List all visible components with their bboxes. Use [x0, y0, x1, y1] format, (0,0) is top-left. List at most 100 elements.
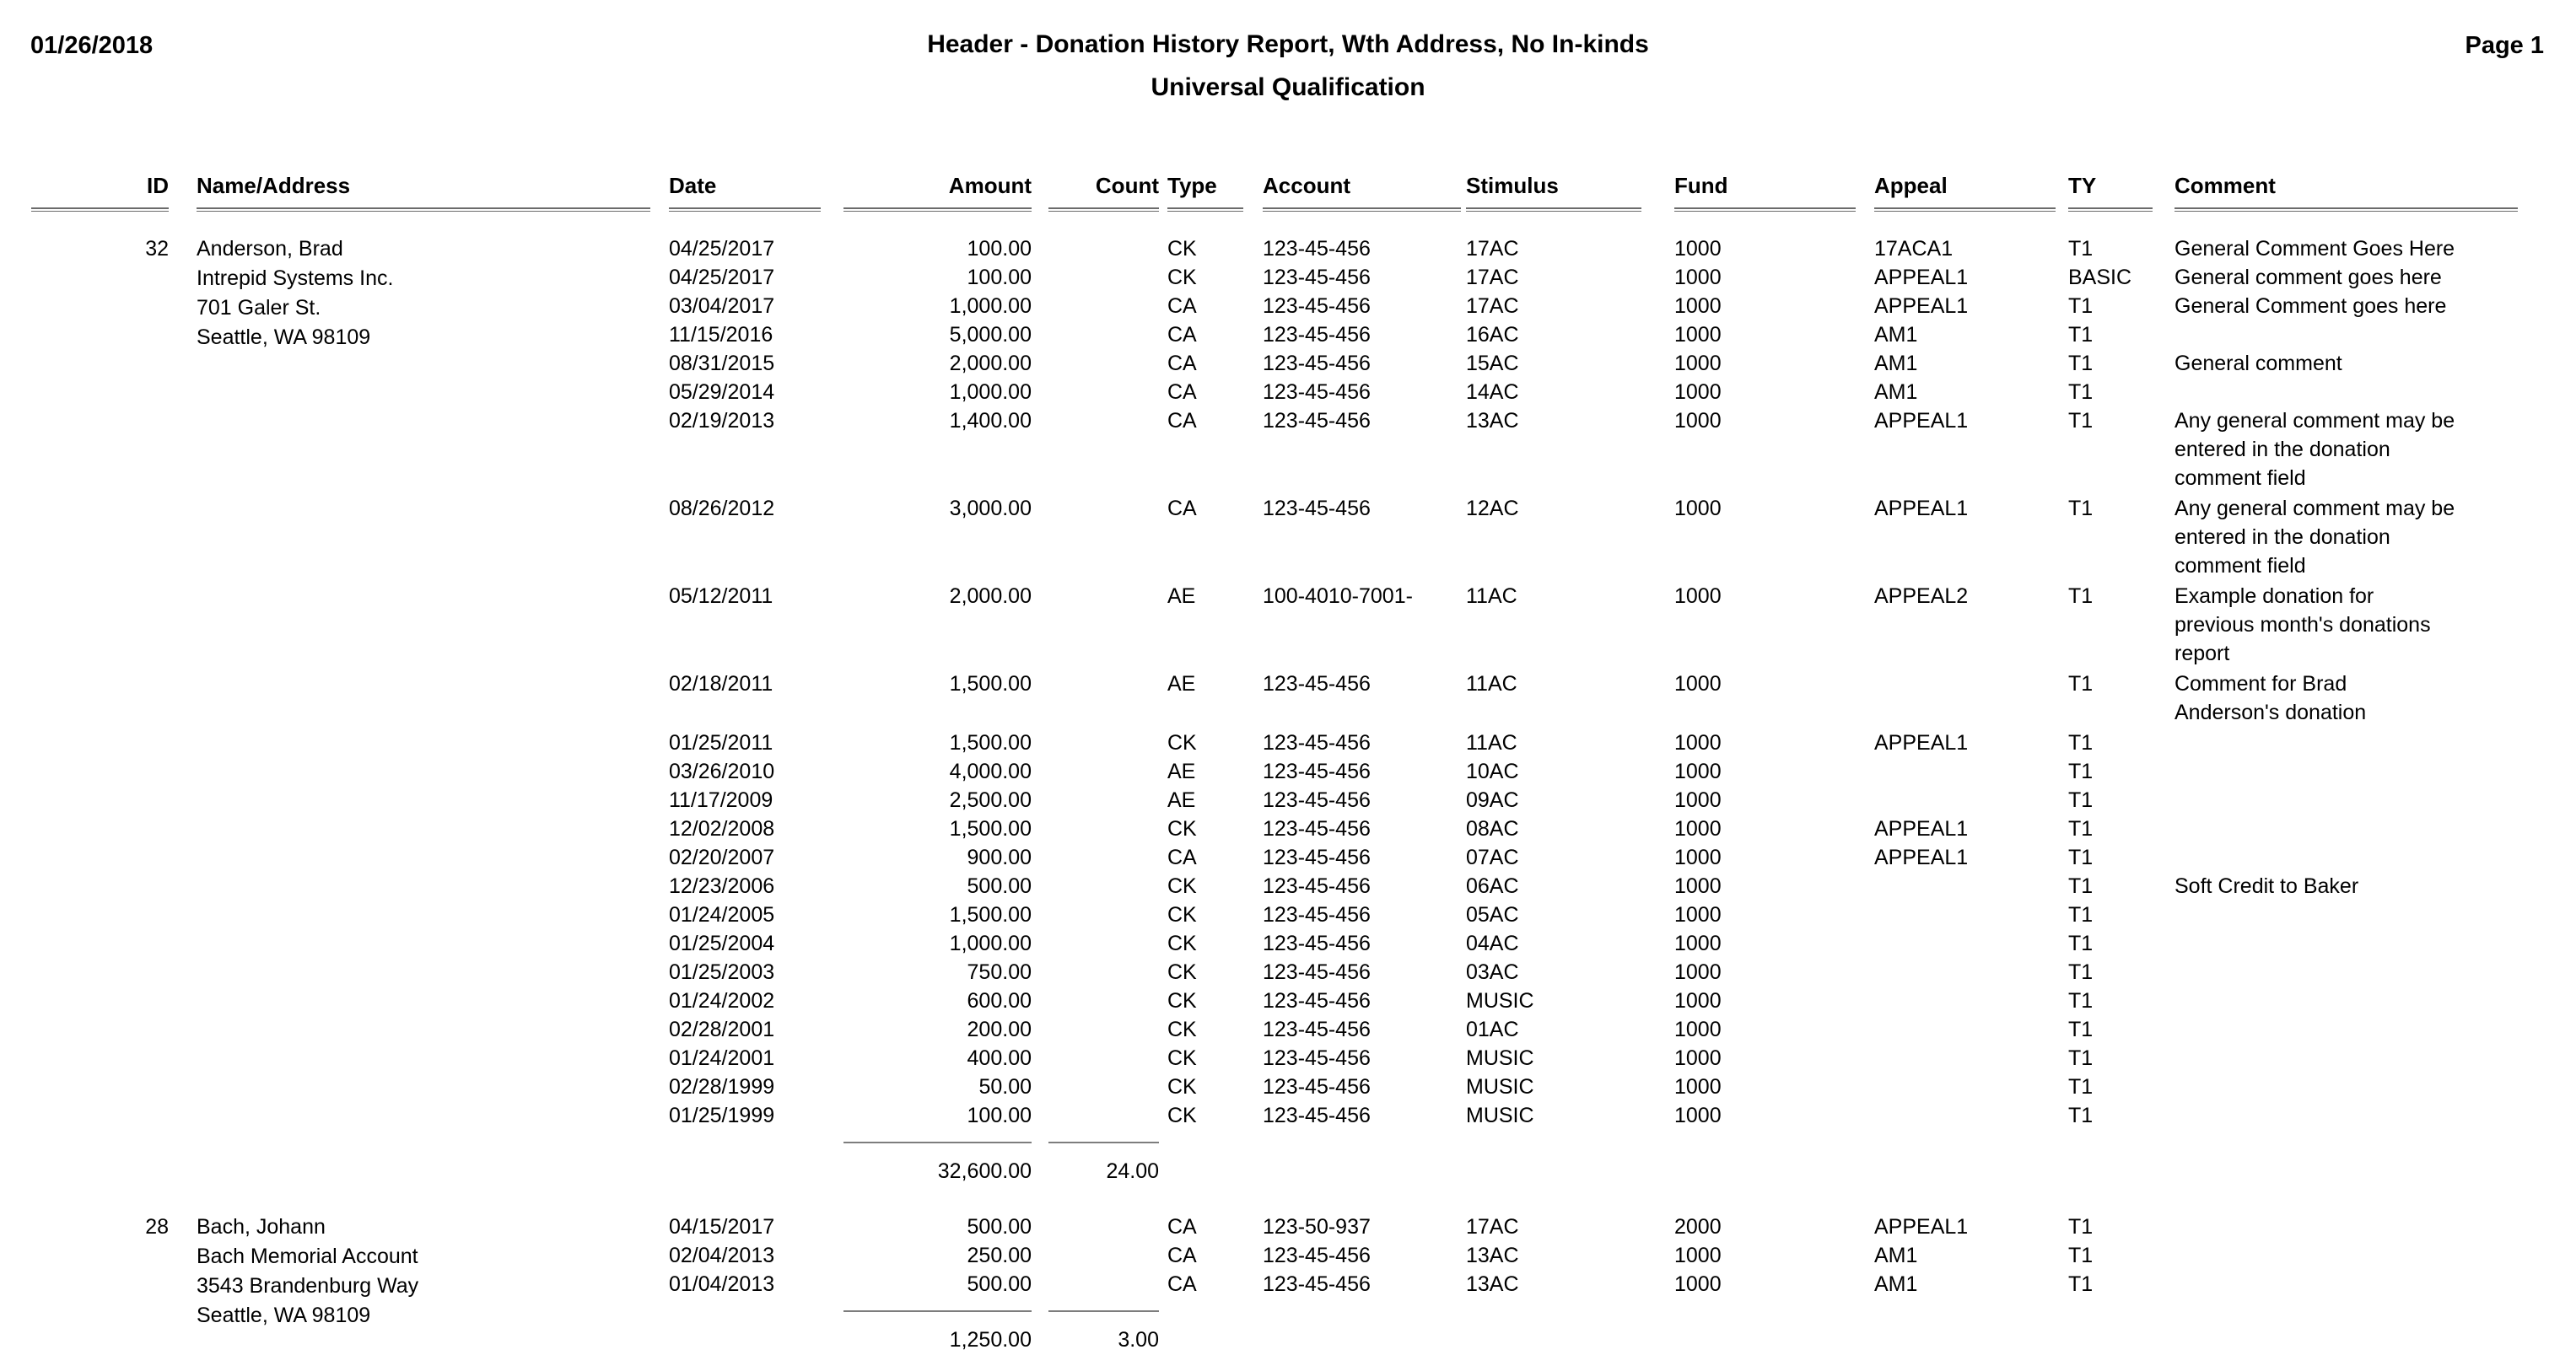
donation-comment: previous month's donations — [2175, 613, 2431, 637]
donation-account: 123-45-456 — [1263, 846, 1371, 869]
donation-account: 123-45-456 — [1263, 1075, 1371, 1099]
donation-account: 123-45-456 — [1263, 788, 1371, 812]
donation-account: 123-45-456 — [1263, 903, 1371, 927]
donation-comment: Anderson's donation — [2175, 701, 2367, 724]
donation-stimulus: 03AC — [1466, 960, 1519, 984]
donation-account: 123-45-456 — [1263, 294, 1371, 318]
donation-ty: T1 — [2068, 409, 2094, 433]
donor-id: 32 — [145, 237, 169, 261]
donation-fund: 1000 — [1674, 380, 1722, 404]
donation-ty: T1 — [2068, 932, 2094, 955]
donation-appeal: AM1 — [1874, 1244, 1918, 1267]
donation-amount: 200.00 — [967, 1018, 1032, 1041]
donation-stimulus: 13AC — [1466, 1272, 1519, 1296]
donation-fund: 1000 — [1674, 903, 1722, 927]
donation-fund: 1000 — [1674, 760, 1722, 783]
donation-ty: T1 — [2068, 1104, 2094, 1127]
subtotal-rule-amount — [843, 1310, 1032, 1312]
donation-ty: T1 — [2068, 237, 2094, 261]
donation-stimulus: 17AC — [1466, 266, 1519, 289]
donation-fund: 1000 — [1674, 989, 1722, 1013]
donation-type: CK — [1167, 731, 1197, 755]
donation-amount: 4,000.00 — [949, 760, 1032, 783]
donation-account: 123-45-456 — [1263, 1104, 1371, 1127]
donation-stimulus: MUSIC — [1466, 1046, 1534, 1070]
donation-comment: report — [2175, 642, 2230, 665]
donation-ty: T1 — [2068, 1215, 2094, 1239]
donation-amount: 2,000.00 — [949, 584, 1032, 608]
donation-type: CA — [1167, 1215, 1197, 1239]
donation-stimulus: 04AC — [1466, 932, 1519, 955]
donation-comment: Any general comment may be — [2175, 409, 2455, 433]
donation-comment: Soft Credit to Baker — [2175, 874, 2359, 898]
donation-amount: 1,400.00 — [949, 409, 1032, 433]
donation-comment: General Comment goes here — [2175, 294, 2447, 318]
subtotal-rule-amount — [843, 1142, 1032, 1143]
donation-account: 123-45-456 — [1263, 1244, 1371, 1267]
donation-fund: 1000 — [1674, 960, 1722, 984]
donation-stimulus: 12AC — [1466, 497, 1519, 520]
donation-stimulus: 11AC — [1466, 584, 1517, 608]
donation-account: 123-45-456 — [1263, 989, 1371, 1013]
donation-type: CK — [1167, 266, 1197, 289]
donation-date: 08/31/2015 — [669, 352, 775, 375]
donation-amount: 1,500.00 — [949, 672, 1032, 696]
donation-type: CA — [1167, 846, 1197, 869]
donation-stimulus: 13AC — [1466, 1244, 1519, 1267]
donation-fund: 1000 — [1674, 1272, 1722, 1296]
donation-ty: T1 — [2068, 497, 2094, 520]
donation-appeal: AM1 — [1874, 323, 1918, 347]
donation-ty: T1 — [2068, 1046, 2094, 1070]
subtotal-count: 24.00 — [1106, 1159, 1159, 1183]
donation-date: 02/28/1999 — [669, 1075, 775, 1099]
donation-fund: 1000 — [1674, 1104, 1722, 1127]
donation-ty: T1 — [2068, 817, 2094, 841]
donation-type: CK — [1167, 1104, 1197, 1127]
donation-account: 123-45-456 — [1263, 497, 1371, 520]
donation-comment: entered in the donation — [2175, 525, 2390, 549]
donation-stimulus: 16AC — [1466, 323, 1519, 347]
donor-name: Anderson, Brad — [197, 237, 343, 261]
donation-stimulus: 05AC — [1466, 903, 1519, 927]
donation-date: 01/25/2004 — [669, 932, 775, 955]
donation-appeal: APPEAL1 — [1874, 409, 1969, 433]
donation-type: CK — [1167, 960, 1197, 984]
donation-account: 123-45-456 — [1263, 266, 1371, 289]
donation-stimulus: 01AC — [1466, 1018, 1519, 1041]
donation-account: 123-45-456 — [1263, 672, 1371, 696]
donation-type: CA — [1167, 1272, 1197, 1296]
donation-type: CK — [1167, 1046, 1197, 1070]
donation-account: 123-45-456 — [1263, 352, 1371, 375]
donation-stimulus: 10AC — [1466, 760, 1519, 783]
donation-fund: 1000 — [1674, 266, 1722, 289]
donation-amount: 3,000.00 — [949, 497, 1032, 520]
donation-fund: 1000 — [1674, 846, 1722, 869]
donation-comment: comment field — [2175, 554, 2306, 578]
donation-appeal: APPEAL1 — [1874, 266, 1969, 289]
donation-account: 123-45-456 — [1263, 237, 1371, 261]
donation-date: 02/04/2013 — [669, 1244, 775, 1267]
donation-type: CK — [1167, 989, 1197, 1013]
donation-comment: General comment goes here — [2175, 266, 2442, 289]
donation-account: 123-45-456 — [1263, 409, 1371, 433]
donation-stimulus: 14AC — [1466, 380, 1519, 404]
donation-date: 02/20/2007 — [669, 846, 775, 869]
donation-stimulus: MUSIC — [1466, 1075, 1534, 1099]
donation-stimulus: MUSIC — [1466, 1104, 1534, 1127]
donation-type: CK — [1167, 874, 1197, 898]
donation-amount: 500.00 — [967, 1215, 1032, 1239]
donation-stimulus: 11AC — [1466, 731, 1517, 755]
donation-stimulus: 09AC — [1466, 788, 1519, 812]
donation-fund: 1000 — [1674, 237, 1722, 261]
donation-date: 05/12/2011 — [669, 584, 773, 608]
donation-amount: 1,500.00 — [949, 731, 1032, 755]
donation-fund: 1000 — [1674, 323, 1722, 347]
donation-comment: Example donation for — [2175, 584, 2374, 608]
donation-stimulus: 08AC — [1466, 817, 1519, 841]
donation-appeal: 17ACA1 — [1874, 237, 1954, 261]
donation-appeal: AM1 — [1874, 380, 1918, 404]
donation-date: 03/26/2010 — [669, 760, 775, 783]
subtotal-rule-count — [1048, 1142, 1159, 1143]
subtotal-amount: 32,600.00 — [937, 1159, 1032, 1183]
donation-type: AE — [1167, 672, 1196, 696]
